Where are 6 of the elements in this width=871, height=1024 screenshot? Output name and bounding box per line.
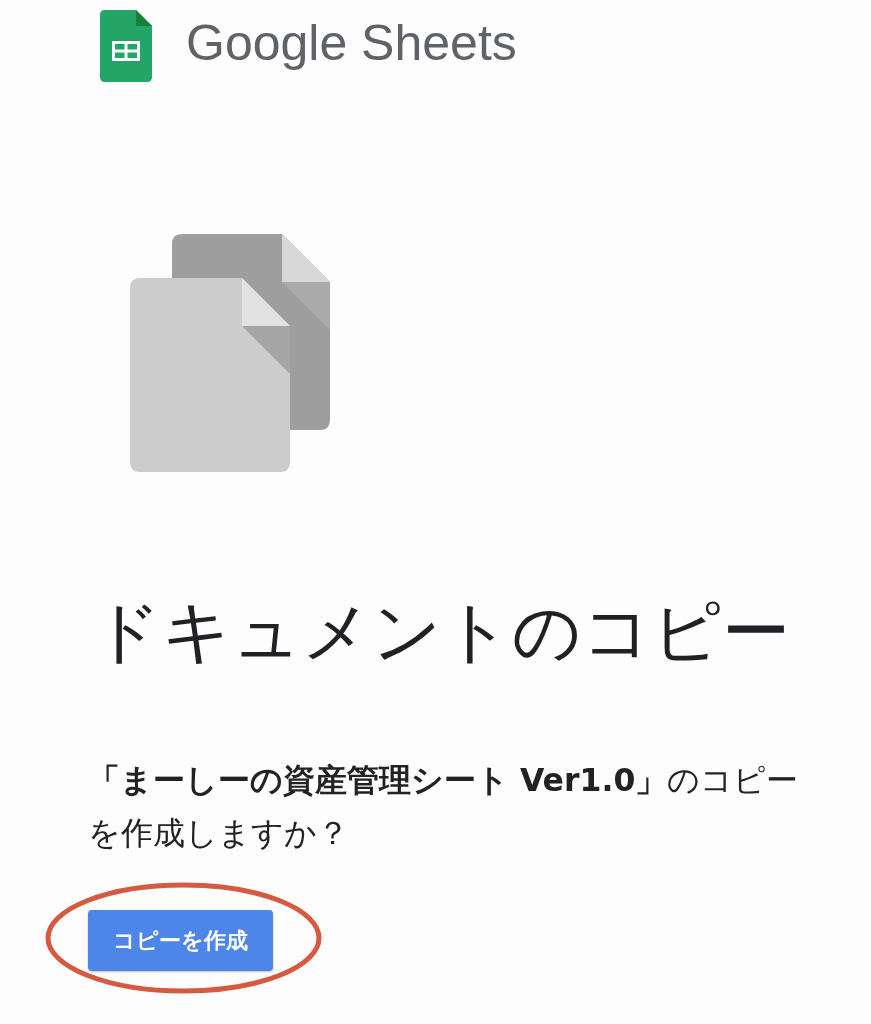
spreadsheet-icon [100, 10, 152, 82]
page-title: ドキュメントのコピー [92, 591, 790, 673]
confirmation-message: 「まーしーの資産管理シート Ver1.0」のコピーを作成しますか？ [88, 761, 800, 853]
make-copy-button[interactable]: コピーを作成 [88, 910, 273, 971]
logo-text: Google Sheets [186, 18, 517, 68]
documents-icon [130, 234, 330, 472]
